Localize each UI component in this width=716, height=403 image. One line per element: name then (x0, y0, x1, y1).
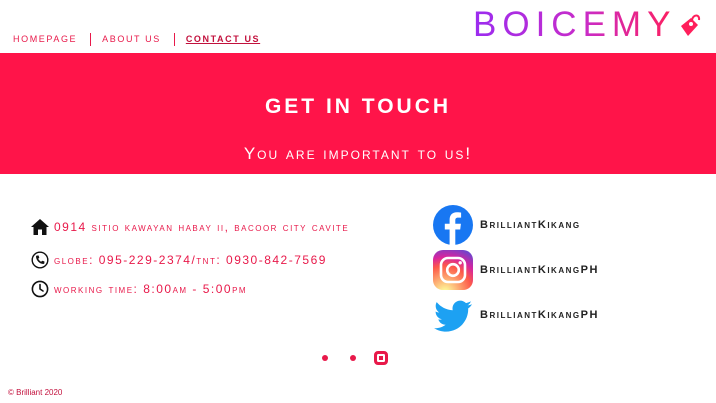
hero-title: GET IN TOUCH (264, 95, 452, 118)
carousel-indicators (322, 350, 410, 366)
hours-row: working time: 8:00am - 5:00pm (30, 279, 247, 299)
phone-row: globe: 095-229-2374/tnt: 0930-842-7569 (30, 250, 327, 270)
carousel-dot-active[interactable] (374, 351, 388, 365)
logo-text: BOICEMY (473, 5, 677, 44)
phone-icon (30, 250, 50, 270)
facebook-link[interactable]: BrilliantKikang (432, 204, 581, 246)
nav-divider (173, 32, 175, 46)
facebook-handle: BrilliantKikang (480, 219, 581, 231)
instagram-handle: BrilliantKikangPH (480, 264, 599, 276)
nav-about-us[interactable]: ABOUT US (102, 34, 161, 44)
facebook-icon (433, 205, 473, 245)
footer-copyright: © Brilliant 2020 (8, 388, 63, 397)
tag-icon (681, 14, 701, 36)
instagram-icon (433, 250, 473, 290)
instagram-link[interactable]: BrilliantKikangPH (432, 249, 599, 291)
hero-banner: GET IN TOUCH You are important to us! (0, 53, 716, 174)
twitter-icon (434, 300, 472, 332)
carousel-dot[interactable] (350, 355, 356, 361)
nav-homepage[interactable]: HOMEPAGE (13, 34, 77, 44)
phone-text: globe: 095-229-2374/tnt: 0930-842-7569 (54, 253, 327, 267)
brand-logo[interactable]: BOICEMY (473, 4, 705, 46)
carousel-dot[interactable] (322, 355, 328, 361)
address-text: 0914 sitio kawayan habay ii, bacoor city… (54, 220, 350, 234)
home-icon (30, 217, 50, 237)
clock-icon (30, 279, 50, 299)
twitter-handle: BrilliantKikangPH (480, 309, 599, 321)
nav-divider (90, 32, 92, 46)
top-nav: HOMEPAGE ABOUT US CONTACT US (13, 32, 260, 46)
twitter-link[interactable]: BrilliantKikangPH (432, 294, 599, 336)
nav-contact-us[interactable]: CONTACT US (186, 34, 260, 44)
address-row: 0914 sitio kawayan habay ii, bacoor city… (30, 217, 349, 237)
hours-text: working time: 8:00am - 5:00pm (54, 282, 248, 296)
hero-subtitle: You are important to us! (243, 144, 473, 163)
